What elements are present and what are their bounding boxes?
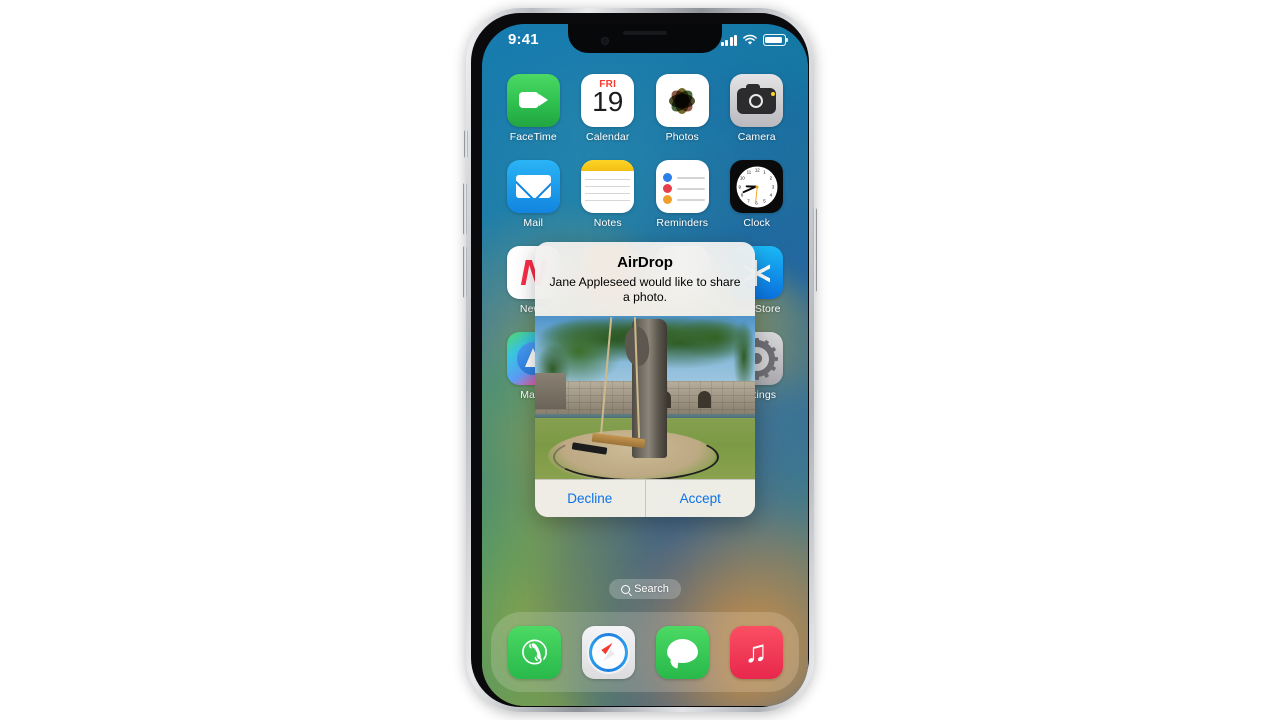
calendar-daynumber: 19 xyxy=(592,86,624,117)
volume-up-button[interactable] xyxy=(463,183,467,235)
wifi-icon xyxy=(743,34,757,45)
battery-icon xyxy=(763,34,789,46)
app-label: Camera xyxy=(737,131,776,143)
airdrop-dialog: AirDrop Jane Appleseed would like to sha… xyxy=(535,242,755,517)
mail-icon[interactable] xyxy=(506,160,560,213)
device-notch xyxy=(568,24,722,53)
status-time: 9:41 xyxy=(508,31,539,48)
iphone-device-frame: 9:41 FaceTime FRI 19 Calendar Photos Cam… xyxy=(463,8,817,712)
facetime-icon[interactable] xyxy=(506,74,560,127)
power-button[interactable] xyxy=(813,208,817,292)
app-facetime[interactable]: FaceTime xyxy=(496,74,571,143)
messages-icon[interactable] xyxy=(655,625,709,679)
search-icon xyxy=(621,584,631,594)
app-label: Calendar xyxy=(586,131,630,143)
accept-button[interactable]: Accept xyxy=(646,480,756,517)
app-label: Reminders xyxy=(656,217,709,229)
app-label: Notes xyxy=(593,217,622,229)
reminders-icon[interactable] xyxy=(655,160,709,213)
airdrop-actions: Decline Accept xyxy=(535,478,756,517)
airdrop-message: Jane Appleseed would like to share a pho… xyxy=(549,275,741,304)
app-reminders[interactable]: Reminders xyxy=(645,160,720,229)
dock xyxy=(491,612,799,692)
airdrop-header: AirDrop Jane Appleseed would like to sha… xyxy=(535,242,755,316)
app-label: FaceTime xyxy=(509,131,557,143)
mute-switch[interactable] xyxy=(464,130,468,158)
airdrop-title: AirDrop xyxy=(617,254,673,271)
airdrop-photo-preview xyxy=(535,315,755,479)
notes-icon[interactable] xyxy=(581,160,635,213)
status-indicators xyxy=(720,34,789,46)
earpiece-speaker xyxy=(623,31,667,35)
app-camera[interactable]: Camera xyxy=(720,74,795,143)
clock-icon[interactable]: 12 1 2 3 4 5 6 7 8 9 10 11 xyxy=(730,160,784,213)
app-photos[interactable]: Photos xyxy=(645,74,720,143)
safari-icon[interactable] xyxy=(581,625,635,679)
calendar-icon[interactable]: FRI 19 xyxy=(581,74,635,127)
camera-icon[interactable] xyxy=(730,74,784,127)
device-bezel: 9:41 FaceTime FRI 19 Calendar Photos Cam… xyxy=(471,13,809,707)
search-label: Search xyxy=(634,583,669,595)
app-label: Clock xyxy=(743,217,771,229)
app-notes[interactable]: Notes xyxy=(571,160,646,229)
app-calendar[interactable]: FRI 19 Calendar xyxy=(571,74,646,143)
cellular-signal-icon xyxy=(720,34,737,46)
phone-icon[interactable] xyxy=(507,625,561,679)
search-button[interactable]: Search xyxy=(609,579,681,599)
app-clock[interactable]: 12 1 2 3 4 5 6 7 8 9 10 11 Clock xyxy=(720,160,795,229)
app-label: Photos xyxy=(665,131,699,143)
music-icon[interactable] xyxy=(729,625,783,679)
decline-button[interactable]: Decline xyxy=(535,479,646,517)
iphone-screen: 9:41 FaceTime FRI 19 Calendar Photos Cam… xyxy=(482,24,808,706)
app-mail[interactable]: Mail xyxy=(496,160,571,229)
volume-down-button[interactable] xyxy=(463,246,467,298)
photos-icon[interactable] xyxy=(655,74,709,127)
app-label: Mail xyxy=(523,217,544,229)
front-camera-icon xyxy=(601,37,609,45)
